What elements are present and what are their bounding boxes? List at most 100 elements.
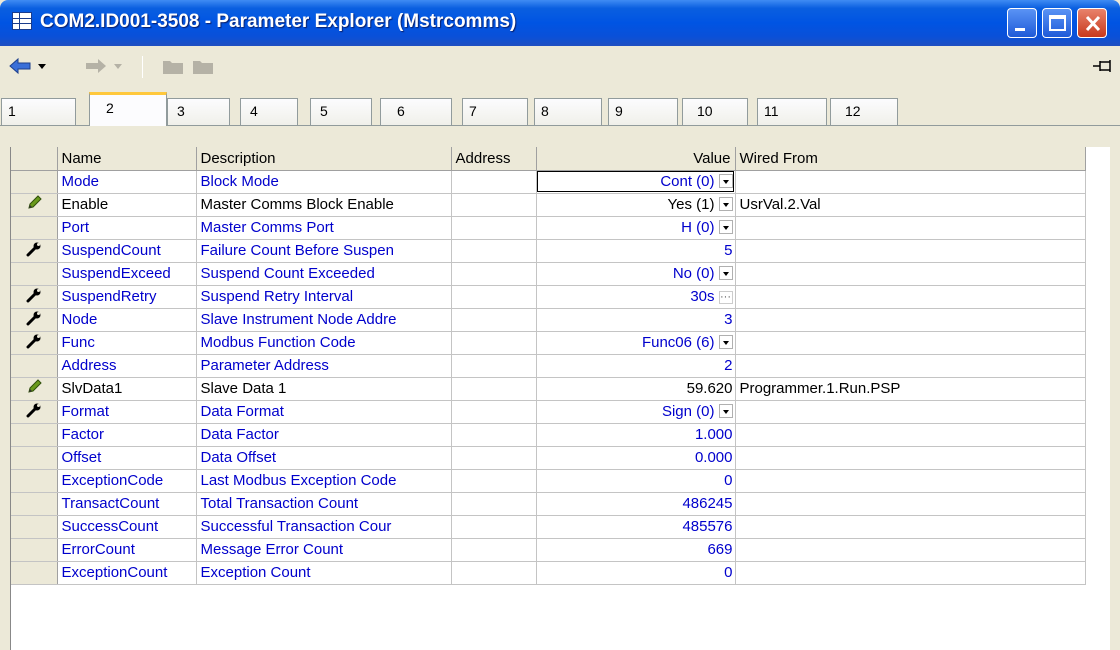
cell-value[interactable]: 485576 bbox=[536, 515, 736, 539]
cell-value[interactable]: 3 bbox=[536, 308, 736, 332]
cell-address bbox=[451, 469, 537, 493]
row-gutter[interactable] bbox=[11, 239, 58, 263]
row-gutter[interactable] bbox=[11, 515, 58, 539]
tab-1[interactable]: 1 bbox=[1, 98, 76, 125]
folder-up-button[interactable] bbox=[160, 52, 186, 80]
parameter-grid[interactable]: Name Description Address Value Wired Fro… bbox=[10, 147, 1110, 650]
toolbar bbox=[0, 46, 1120, 86]
cell-value[interactable]: 0.000 bbox=[536, 446, 736, 470]
table-row[interactable]: ExceptionCount Exception Count 0 bbox=[11, 561, 1086, 585]
table-row[interactable]: Mode Block Mode Cont (0) bbox=[11, 170, 1086, 194]
chevron-down-icon[interactable] bbox=[718, 404, 733, 418]
row-gutter[interactable] bbox=[11, 423, 58, 447]
row-gutter[interactable] bbox=[11, 492, 58, 516]
row-gutter[interactable] bbox=[11, 285, 58, 309]
row-gutter[interactable] bbox=[11, 400, 58, 424]
column-header-value[interactable]: Value bbox=[536, 147, 736, 171]
table-row[interactable]: Node Slave Instrument Node Addre 3 bbox=[11, 308, 1086, 332]
cell-value[interactable]: 2 bbox=[536, 354, 736, 378]
minimize-button[interactable] bbox=[1007, 8, 1037, 38]
cell-value[interactable]: Cont (0) bbox=[536, 170, 736, 194]
table-row[interactable]: Format Data Format Sign (0) bbox=[11, 400, 1086, 424]
tab-label: 9 bbox=[615, 103, 623, 119]
pin-button[interactable] bbox=[1092, 58, 1114, 78]
row-gutter[interactable] bbox=[11, 377, 58, 401]
tab-3[interactable]: 3 bbox=[167, 98, 230, 125]
cell-value[interactable]: 59.620 bbox=[536, 377, 736, 401]
title-bar[interactable]: COM2.ID001-3508 - Parameter Explorer (Ms… bbox=[0, 0, 1120, 46]
cell-name: Port bbox=[57, 216, 197, 240]
row-gutter[interactable] bbox=[11, 193, 58, 217]
tab-4[interactable]: 4 bbox=[240, 98, 298, 125]
chevron-down-icon[interactable] bbox=[718, 335, 733, 349]
tab-11[interactable]: 11 bbox=[757, 98, 827, 125]
cell-address bbox=[451, 377, 537, 401]
column-header-address[interactable]: Address bbox=[451, 147, 537, 171]
table-row[interactable]: Factor Data Factor 1.000 bbox=[11, 423, 1086, 447]
ellipsis-button[interactable]: ··· bbox=[718, 291, 733, 304]
row-gutter[interactable] bbox=[11, 561, 58, 585]
table-row[interactable]: SlvData1 Slave Data 1 59.620 Programmer.1.R… bbox=[11, 377, 1086, 401]
cell-value[interactable]: 5 bbox=[536, 239, 736, 263]
row-gutter[interactable] bbox=[11, 308, 58, 332]
table-row[interactable]: Func Modbus Function Code Func06 (6) bbox=[11, 331, 1086, 355]
column-header-description[interactable]: Description bbox=[196, 147, 452, 171]
tab-12[interactable]: 12 bbox=[830, 98, 898, 125]
table-row[interactable]: ExceptionCode Last Modbus Exception Code 0 bbox=[11, 469, 1086, 493]
table-row[interactable]: SuspendCount Failure Count Before Suspen 5 bbox=[11, 239, 1086, 263]
cell-value[interactable]: 1.000 bbox=[536, 423, 736, 447]
row-gutter[interactable] bbox=[11, 354, 58, 378]
cell-value[interactable]: 30s ··· bbox=[536, 285, 736, 309]
table-row[interactable]: Port Master Comms Port H (0) bbox=[11, 216, 1086, 240]
column-header-name[interactable]: Name bbox=[57, 147, 197, 171]
cell-name: Enable bbox=[57, 193, 197, 217]
cell-value[interactable]: 0 bbox=[536, 469, 736, 493]
table-row[interactable]: Address Parameter Address 2 bbox=[11, 354, 1086, 378]
cell-value[interactable]: Sign (0) bbox=[536, 400, 736, 424]
row-gutter[interactable] bbox=[11, 446, 58, 470]
row-gutter[interactable] bbox=[11, 331, 58, 355]
table-row[interactable]: SuccessCount Successful Transaction Cour 4… bbox=[11, 515, 1086, 539]
tab-9[interactable]: 9 bbox=[608, 98, 678, 125]
maximize-button[interactable] bbox=[1042, 8, 1072, 38]
table-row[interactable]: SuspendRetry Suspend Retry Interval 30s ··· bbox=[11, 285, 1086, 309]
chevron-down-icon[interactable] bbox=[718, 174, 733, 188]
cell-value[interactable]: 669 bbox=[536, 538, 736, 562]
tab-5[interactable]: 5 bbox=[310, 98, 372, 125]
value-text: 5 bbox=[724, 242, 733, 259]
back-button[interactable] bbox=[6, 52, 62, 80]
tab-8[interactable]: 8 bbox=[534, 98, 602, 125]
table-row[interactable]: ErrorCount Message Error Count 669 bbox=[11, 538, 1086, 562]
chevron-down-icon[interactable] bbox=[718, 220, 733, 234]
cell-value[interactable]: No (0) bbox=[536, 262, 736, 286]
table-row[interactable]: Offset Data Offset 0.000 bbox=[11, 446, 1086, 470]
row-gutter[interactable] bbox=[11, 469, 58, 493]
row-gutter[interactable] bbox=[11, 538, 58, 562]
cell-name: Address bbox=[57, 354, 197, 378]
cell-value[interactable]: H (0) bbox=[536, 216, 736, 240]
cell-description: Data Factor bbox=[196, 423, 452, 447]
close-button[interactable] bbox=[1077, 8, 1107, 38]
row-gutter[interactable] bbox=[11, 170, 58, 194]
value-text: 669 bbox=[707, 541, 733, 558]
value-text: Sign (0) bbox=[661, 403, 715, 420]
tab-6[interactable]: 6 bbox=[380, 98, 452, 125]
tab-2[interactable]: 2 bbox=[89, 92, 167, 126]
folder-open-button[interactable] bbox=[190, 52, 216, 80]
column-header-wired-from[interactable]: Wired From bbox=[735, 147, 1086, 171]
tab-10[interactable]: 10 bbox=[682, 98, 748, 125]
cell-value[interactable]: 486245 bbox=[536, 492, 736, 516]
cell-value[interactable]: Func06 (6) bbox=[536, 331, 736, 355]
forward-button[interactable] bbox=[80, 52, 136, 80]
chevron-down-icon[interactable] bbox=[718, 266, 733, 280]
table-row[interactable]: TransactCount Total Transaction Count 4862… bbox=[11, 492, 1086, 516]
tab-7[interactable]: 7 bbox=[462, 98, 528, 125]
row-gutter[interactable] bbox=[11, 216, 58, 240]
table-row[interactable]: SuspendExceed Suspend Count Exceeded No (0… bbox=[11, 262, 1086, 286]
row-gutter[interactable] bbox=[11, 262, 58, 286]
cell-value[interactable]: 0 bbox=[536, 561, 736, 585]
table-row[interactable]: Enable Master Comms Block Enable Yes (1) Us… bbox=[11, 193, 1086, 217]
chevron-down-icon[interactable] bbox=[718, 197, 733, 211]
cell-value[interactable]: Yes (1) bbox=[536, 193, 736, 217]
cell-address bbox=[451, 446, 537, 470]
